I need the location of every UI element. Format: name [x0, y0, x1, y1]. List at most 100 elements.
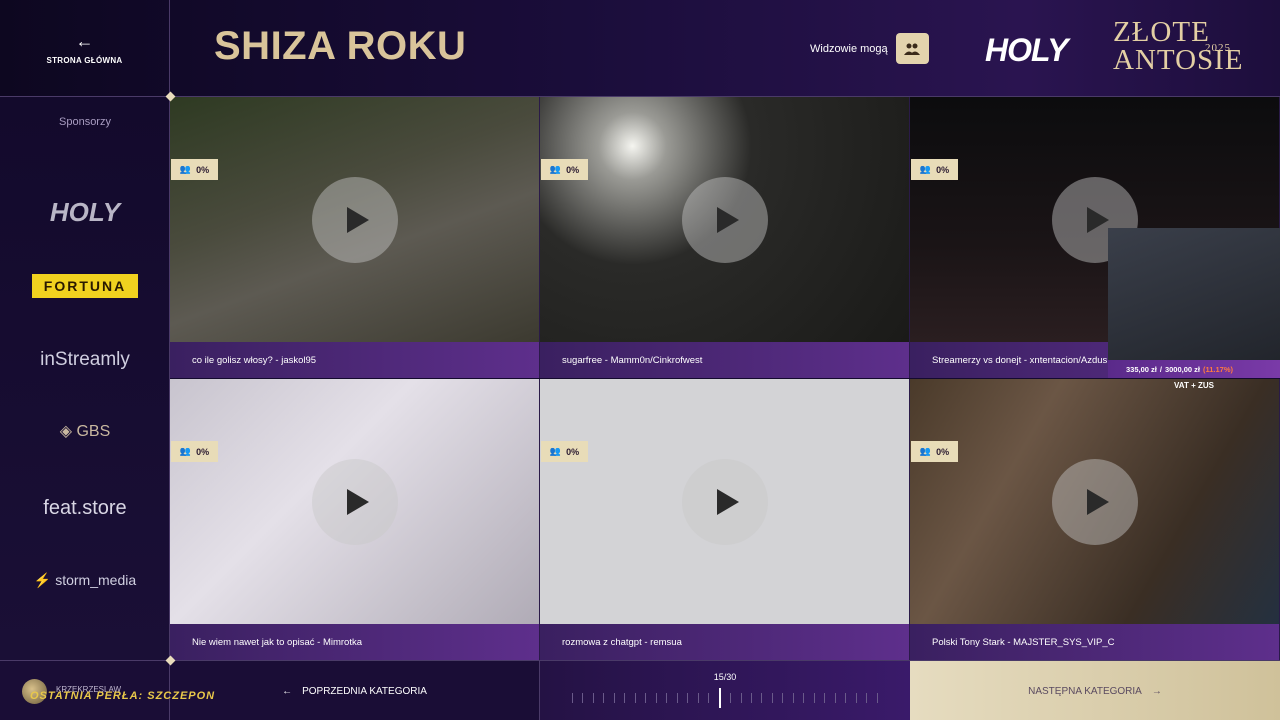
progress-tick	[761, 693, 763, 703]
goal-percent: (11.17%)	[1202, 364, 1234, 374]
progress-tick	[613, 693, 615, 703]
progress-tick	[876, 693, 878, 703]
footer: KRZEKRZESLAW OSTATNIA PERŁA: SZCZEPON ← …	[0, 660, 1280, 720]
progress-tick	[708, 693, 710, 703]
vote-percent: 0%	[196, 164, 210, 175]
user-info: KRZEKRZESLAW OSTATNIA PERŁA: SZCZEPON	[0, 661, 214, 720]
progress-tick	[697, 693, 699, 703]
progress-tick	[782, 693, 784, 703]
progress-tick	[750, 693, 752, 703]
progress-tick	[855, 693, 857, 703]
clip-title: rozmowa z chatgpt - remsua	[540, 624, 909, 660]
progress-tick	[572, 693, 573, 703]
award-year: 2025	[1205, 42, 1231, 54]
vat-label: VAT + ZUS	[1174, 381, 1214, 390]
play-icon	[347, 207, 369, 233]
progress-tick	[730, 693, 732, 703]
previous-category-label: POPRZEDNIA KATEGORIA	[302, 685, 427, 697]
progress-tick	[866, 693, 868, 703]
category-progress: 15/30	[540, 661, 910, 720]
progress-tick	[655, 693, 657, 703]
arrow-left-icon: ←	[282, 685, 293, 697]
progress-ticks[interactable]	[572, 688, 878, 708]
goal-amount: 335,00 zł	[1126, 364, 1157, 374]
play-icon	[1087, 489, 1109, 515]
progress-tick	[645, 693, 647, 703]
sponsor-instreamly[interactable]: inStreamly	[0, 349, 170, 371]
vote-percent-badge: 👥 0%	[911, 441, 958, 462]
play-icon	[717, 489, 739, 515]
vote-percent: 0%	[566, 446, 580, 457]
award-logo: ZŁOTE ANTOSIE 2025	[1113, 18, 1244, 75]
progress-tick	[803, 693, 805, 703]
users-icon: 👥	[179, 164, 192, 174]
vote-percent-badge: 👥 0%	[171, 441, 218, 462]
users-icon: 👥	[549, 446, 562, 456]
progress-tick	[624, 693, 626, 703]
goal-target: 3000,00 zł	[1164, 364, 1200, 374]
sponsors-sidebar: Sponsorzy HOLY FORTUNA inStreamly ◈ GBS …	[0, 97, 170, 660]
vote-percent: 0%	[196, 446, 210, 457]
sponsor-holy[interactable]: HOLY	[0, 197, 170, 228]
donation-goal-bar: 335,00 zł / 3000,00 zł (11.17%)	[1108, 360, 1280, 378]
clip-card[interactable]: 👥 0% rozmowa z chatgpt - remsua	[540, 379, 910, 660]
play-button[interactable]	[682, 177, 768, 263]
sponsor-storm-label: storm_media	[55, 572, 137, 588]
clip-card[interactable]: 👥 0% sugarfree - Mamm0n/Cinkrofwest	[540, 97, 910, 378]
vote-percent: 0%	[566, 164, 580, 175]
progress-tick	[687, 693, 689, 703]
sponsor-gbs-label: GBS	[76, 423, 111, 440]
play-button[interactable]	[312, 177, 398, 263]
next-category-button[interactable]: NASTĘPNA KATEGORIA →	[910, 661, 1280, 720]
clip-title: Nie wiem nawet jak to opisać - Mimrotka	[170, 624, 539, 660]
viewers-button[interactable]	[895, 33, 929, 64]
progress-tick	[834, 693, 836, 703]
sponsors-label: Sponsorzy	[59, 116, 111, 128]
page: ← STRONA GŁÓWNA SHIZA ROKU Widzowie mogą…	[0, 0, 1280, 720]
play-icon	[717, 207, 739, 233]
play-button[interactable]	[1052, 459, 1138, 545]
previous-category-button[interactable]: ← POPRZEDNIA KATEGORIA	[170, 661, 540, 720]
play-button[interactable]	[312, 459, 398, 545]
clip-title: co ile golisz włosy? - jaskol95	[170, 342, 539, 378]
sponsor-gbs[interactable]: ◈ GBS	[0, 421, 170, 441]
sponsor-fortuna[interactable]: FORTUNA	[0, 274, 170, 298]
progress-tick-current	[718, 688, 721, 708]
users-icon: 👥	[549, 164, 562, 174]
progress-tick	[845, 693, 847, 703]
clip-title: Polski Tony Stark - MAJSTER_SYS_VIP_C	[910, 624, 1279, 660]
sponsor-featstore[interactable]: feat.store	[0, 497, 170, 520]
users-icon: 👥	[179, 446, 192, 456]
sponsor-storm-media[interactable]: ⚡ storm_media	[0, 572, 170, 589]
progress-tick	[792, 693, 794, 703]
users-icon	[904, 43, 921, 55]
home-button[interactable]: ← STRONA GŁÓWNA	[0, 0, 170, 97]
holy-logo: HOLY	[985, 32, 1069, 68]
progress-tick	[634, 693, 636, 703]
play-icon	[347, 489, 369, 515]
clip-title: sugarfree - Mamm0n/Cinkrofwest	[540, 342, 909, 378]
vote-percent-badge: 👥 0%	[541, 441, 588, 462]
page-title: SHIZA ROKU	[214, 24, 467, 68]
goal-separator: /	[1159, 364, 1162, 374]
play-button[interactable]	[682, 459, 768, 545]
category-counter: 15/30	[713, 672, 737, 682]
users-icon: 👥	[919, 446, 932, 456]
event-logo: HOLY ZŁOTE ANTOSIE 2025	[985, 18, 1255, 80]
progress-tick	[824, 693, 826, 703]
play-icon	[1087, 207, 1109, 233]
arrow-right-icon: →	[1151, 685, 1162, 697]
progress-tick	[813, 693, 815, 703]
progress-tick	[603, 693, 605, 703]
vote-percent-badge: 👥 0%	[911, 159, 958, 180]
vote-percent: 0%	[936, 164, 950, 175]
clip-card[interactable]: 👥 0% co ile golisz włosy? - jaskol95	[170, 97, 540, 378]
clip-grid: 👥 0% co ile golisz włosy? - jaskol95 👥 0% …	[170, 97, 1280, 660]
clip-card[interactable]: 👥 0% Nie wiem nawet jak to opisać - Mimro…	[170, 379, 540, 660]
progress-tick	[771, 693, 773, 703]
progress-tick	[592, 693, 594, 703]
header: ← STRONA GŁÓWNA SHIZA ROKU Widzowie mogą…	[0, 0, 1280, 97]
clip-card[interactable]: 👥 0% Polski Tony Stark - MAJSTER_SYS_VIP_…	[910, 379, 1280, 660]
progress-tick	[740, 693, 742, 703]
progress-tick	[676, 693, 678, 703]
